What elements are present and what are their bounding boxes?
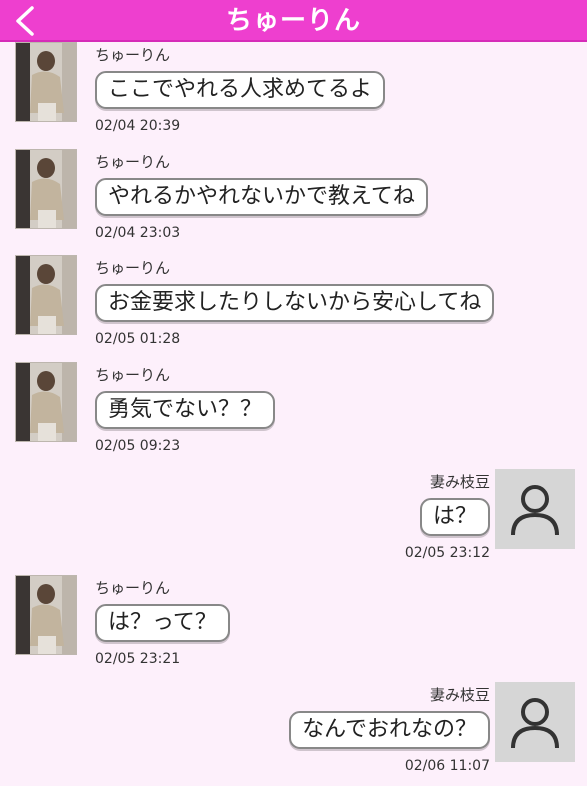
self-avatar[interactable]	[495, 469, 575, 549]
timestamp: 02/05 09:23	[95, 438, 181, 454]
sender-name: ちゅーりん	[95, 46, 171, 64]
message-received: ちゅーりん ここでやれる人求めてるよ 02/04 20:39	[0, 42, 587, 148]
sender-name: ちゅーりん	[95, 366, 171, 384]
timestamp: 02/04 20:39	[95, 118, 181, 134]
message-bubble[interactable]: は？って？	[95, 604, 230, 642]
header-bar: ちゅーりん	[0, 0, 587, 42]
message-received: ちゅーりん 勇気でない？？ 02/05 09:23	[0, 362, 587, 468]
message-bubble[interactable]: 勇気でない？？	[95, 391, 276, 429]
message-bubble[interactable]: ここでやれる人求めてるよ	[95, 71, 386, 109]
message-received: ちゅーりん お金要求したりしないから安心してね 02/05 01:28	[0, 255, 587, 361]
message-sent: 妻み枝豆 は？ 02/05 23:12	[0, 469, 587, 575]
self-avatar[interactable]	[495, 682, 575, 762]
partner-avatar[interactable]	[15, 255, 77, 335]
user-silhouette-icon	[511, 485, 559, 536]
timestamp: 02/05 23:21	[95, 651, 181, 667]
sender-name: ちゅーりん	[95, 153, 171, 171]
partner-avatar[interactable]	[15, 362, 77, 442]
timestamp: 02/05 01:28	[95, 331, 181, 347]
sender-name: ちゅーりん	[95, 259, 171, 277]
message-bubble[interactable]: は？	[419, 498, 490, 536]
partner-avatar[interactable]	[15, 575, 77, 655]
page-title: ちゅーりん	[225, 6, 361, 36]
partner-avatar[interactable]	[15, 149, 77, 229]
partner-avatar[interactable]	[15, 42, 77, 122]
chat-log[interactable]: ちゅーりん ここでやれる人求めてるよ 02/04 20:39 ちゅーりん やれる…	[0, 42, 587, 786]
message-received: ちゅーりん やれるかやれないかで教えてね 02/04 23:03	[0, 149, 587, 255]
user-silhouette-icon	[511, 698, 559, 749]
sender-name: 妻み枝豆	[429, 473, 490, 491]
message-bubble[interactable]: なんでおれなの？	[289, 711, 490, 749]
timestamp: 02/05 23:12	[404, 545, 490, 561]
message-sent: 妻み枝豆 なんでおれなの？ 02/06 11:07	[0, 682, 587, 786]
message-bubble[interactable]: やれるかやれないかで教えてね	[95, 178, 428, 216]
message-bubble[interactable]: お金要求したりしないから安心してね	[95, 284, 495, 322]
message-received: ちゅーりん は？って？ 02/05 23:21	[0, 575, 587, 681]
timestamp: 02/06 11:07	[404, 758, 490, 774]
sender-name: 妻み枝豆	[429, 686, 490, 704]
sender-name: ちゅーりん	[95, 579, 171, 597]
timestamp: 02/04 23:03	[95, 225, 181, 241]
